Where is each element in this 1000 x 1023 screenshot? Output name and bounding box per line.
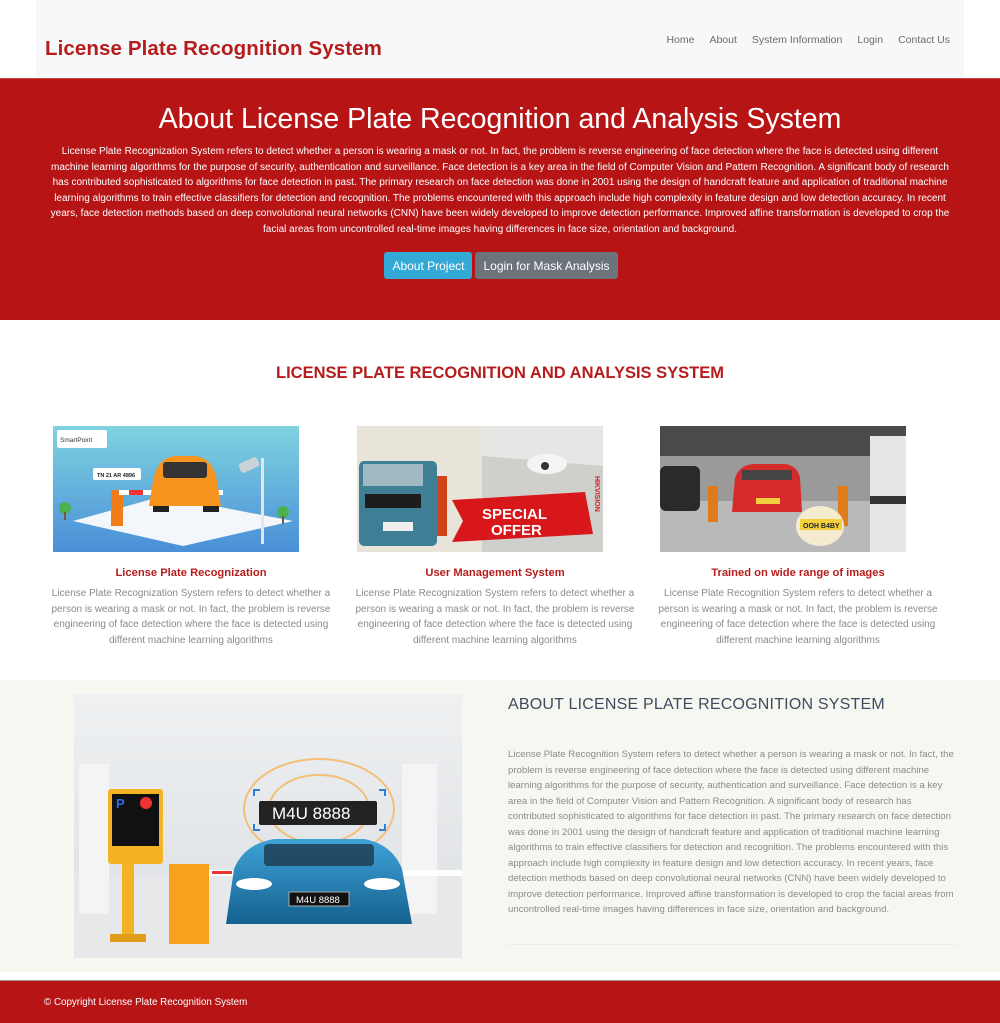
copyright-text: © Copyright License Plate Recognition Sy… <box>44 997 248 1008</box>
smartpoint-logo-text: SmartPoint <box>60 437 92 444</box>
nav-login[interactable]: Login <box>857 34 883 46</box>
hero-title: About License Plate Recognition and Anal… <box>158 103 842 135</box>
about-image: M4U 8888 M4U 8888 P <box>74 694 462 958</box>
feature-card: SmartPoint TN 21 AR 4896 License Plate R… <box>46 426 336 646</box>
footer: © Copyright License Plate Recognition Sy… <box>0 980 1000 1023</box>
feature-heading: User Management System <box>425 567 565 579</box>
hikvision-logo-text: HIKVISION <box>593 476 600 512</box>
feature-image-user-management: SPECIAL OFFER HIKVISION <box>357 426 603 552</box>
car-plate-text: M4U 8888 <box>296 895 340 906</box>
feature-image-trained-images: OOH B4BY <box>660 426 906 552</box>
divider <box>508 944 956 945</box>
plate-text: OOH B4BY <box>803 523 840 530</box>
feature-text: License Plate Recognization System refer… <box>51 588 331 646</box>
features-section-title: LICENSE PLATE RECOGNITION AND ANALYSIS S… <box>276 364 724 382</box>
about-project-button[interactable]: About Project <box>384 252 473 279</box>
about-section: M4U 8888 M4U 8888 P ABOUT LICENSE PLATE … <box>0 680 1000 972</box>
navbar: License Plate Recognition System Home Ab… <box>36 0 964 78</box>
feature-text: License Plate Recognition System refers … <box>658 588 938 646</box>
feature-image-license-plate: SmartPoint TN 21 AR 4896 <box>53 426 299 552</box>
about-title: ABOUT LICENSE PLATE RECOGNITION SYSTEM <box>508 696 885 713</box>
main-nav: Home About System Information Login Cont… <box>666 34 950 46</box>
feature-heading: License Plate Recognization <box>115 567 267 579</box>
login-mask-analysis-button[interactable]: Login for Mask Analysis <box>475 252 618 279</box>
hero-description: License Plate Recognization System refer… <box>50 146 950 235</box>
feature-text: License Plate Recognization System refer… <box>355 588 635 646</box>
nav-system-information[interactable]: System Information <box>752 34 842 46</box>
offer-text: OFFER <box>491 522 542 539</box>
hero-section: About License Plate Recognition and Anal… <box>0 78 1000 320</box>
nav-about[interactable]: About <box>709 34 736 46</box>
about-description: License Plate Recognition System refers … <box>508 749 954 915</box>
kiosk-parking-sign: P <box>116 796 125 811</box>
nav-home[interactable]: Home <box>666 34 694 46</box>
feature-card: SPECIAL OFFER HIKVISION User Management … <box>350 426 640 646</box>
feature-card: OOH B4BY Trained on wide range of images… <box>653 426 943 646</box>
nav-contact-us[interactable]: Contact Us <box>898 34 950 46</box>
plate-overlay-text: M4U 8888 <box>272 804 350 823</box>
special-offer-text: SPECIAL <box>482 506 547 523</box>
feature-heading: Trained on wide range of images <box>711 567 885 579</box>
brand-title[interactable]: License Plate Recognition System <box>45 37 382 61</box>
hero-buttons: About Project Login for Mask Analysis <box>0 252 1000 279</box>
plate-label-text: TN 21 AR 4896 <box>97 473 135 479</box>
